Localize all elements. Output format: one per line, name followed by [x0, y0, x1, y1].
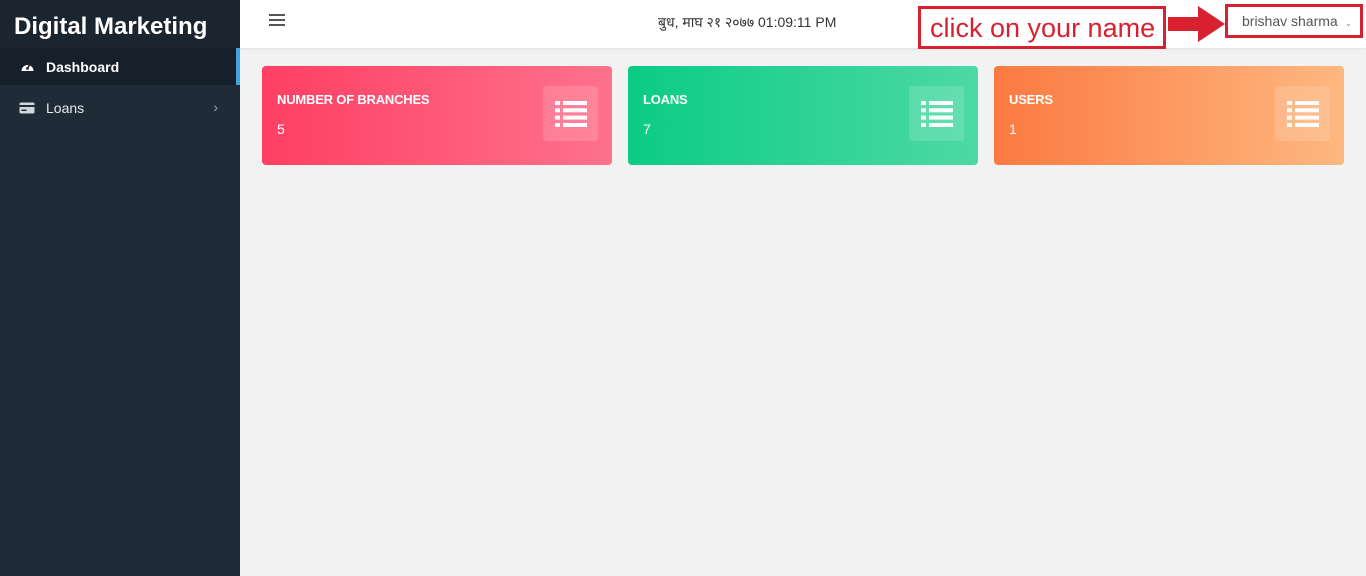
credit-card-icon	[19, 101, 35, 115]
user-name: brishav sharma	[1242, 13, 1338, 29]
sidebar-item-label: Loans	[46, 99, 85, 116]
sidebar-item-loans[interactable]: Loans ›	[0, 89, 240, 126]
current-datetime: बुध, माघ २१ २०७७ 01:09:11 PM	[658, 14, 837, 30]
stat-card-label: USERS	[1009, 92, 1053, 107]
sidebar: Digital Marketing Dashboard Loans ›	[0, 0, 240, 576]
brand-title[interactable]: Digital Marketing	[0, 0, 240, 48]
annotation-callout: click on your name	[918, 6, 1166, 49]
list-icon	[909, 86, 964, 141]
chevron-right-icon: ›	[213, 99, 218, 115]
hamburger-menu-icon[interactable]	[269, 14, 285, 28]
stat-card-label: LOANS	[643, 92, 688, 107]
sidebar-item-dashboard[interactable]: Dashboard	[0, 48, 240, 85]
list-icon	[1275, 86, 1330, 141]
caret-down-icon: ⌄	[1344, 18, 1353, 28]
list-icon	[543, 86, 598, 141]
stat-card-value: 7	[643, 121, 651, 137]
annotation-arrow-icon	[1168, 6, 1225, 42]
stat-card-loans[interactable]: LOANS 7	[628, 66, 978, 165]
stat-card-label: NUMBER OF BRANCHES	[277, 92, 430, 107]
stat-card-branches[interactable]: NUMBER OF BRANCHES 5	[262, 66, 612, 165]
user-menu-button[interactable]: brishav sharma ⌄	[1225, 4, 1363, 38]
stat-card-value: 1	[1009, 121, 1017, 137]
stat-card-users[interactable]: USERS 1	[994, 66, 1344, 165]
sidebar-item-label: Dashboard	[46, 58, 120, 75]
stat-card-value: 5	[277, 121, 285, 137]
dashboard-gauge-icon	[19, 60, 35, 74]
